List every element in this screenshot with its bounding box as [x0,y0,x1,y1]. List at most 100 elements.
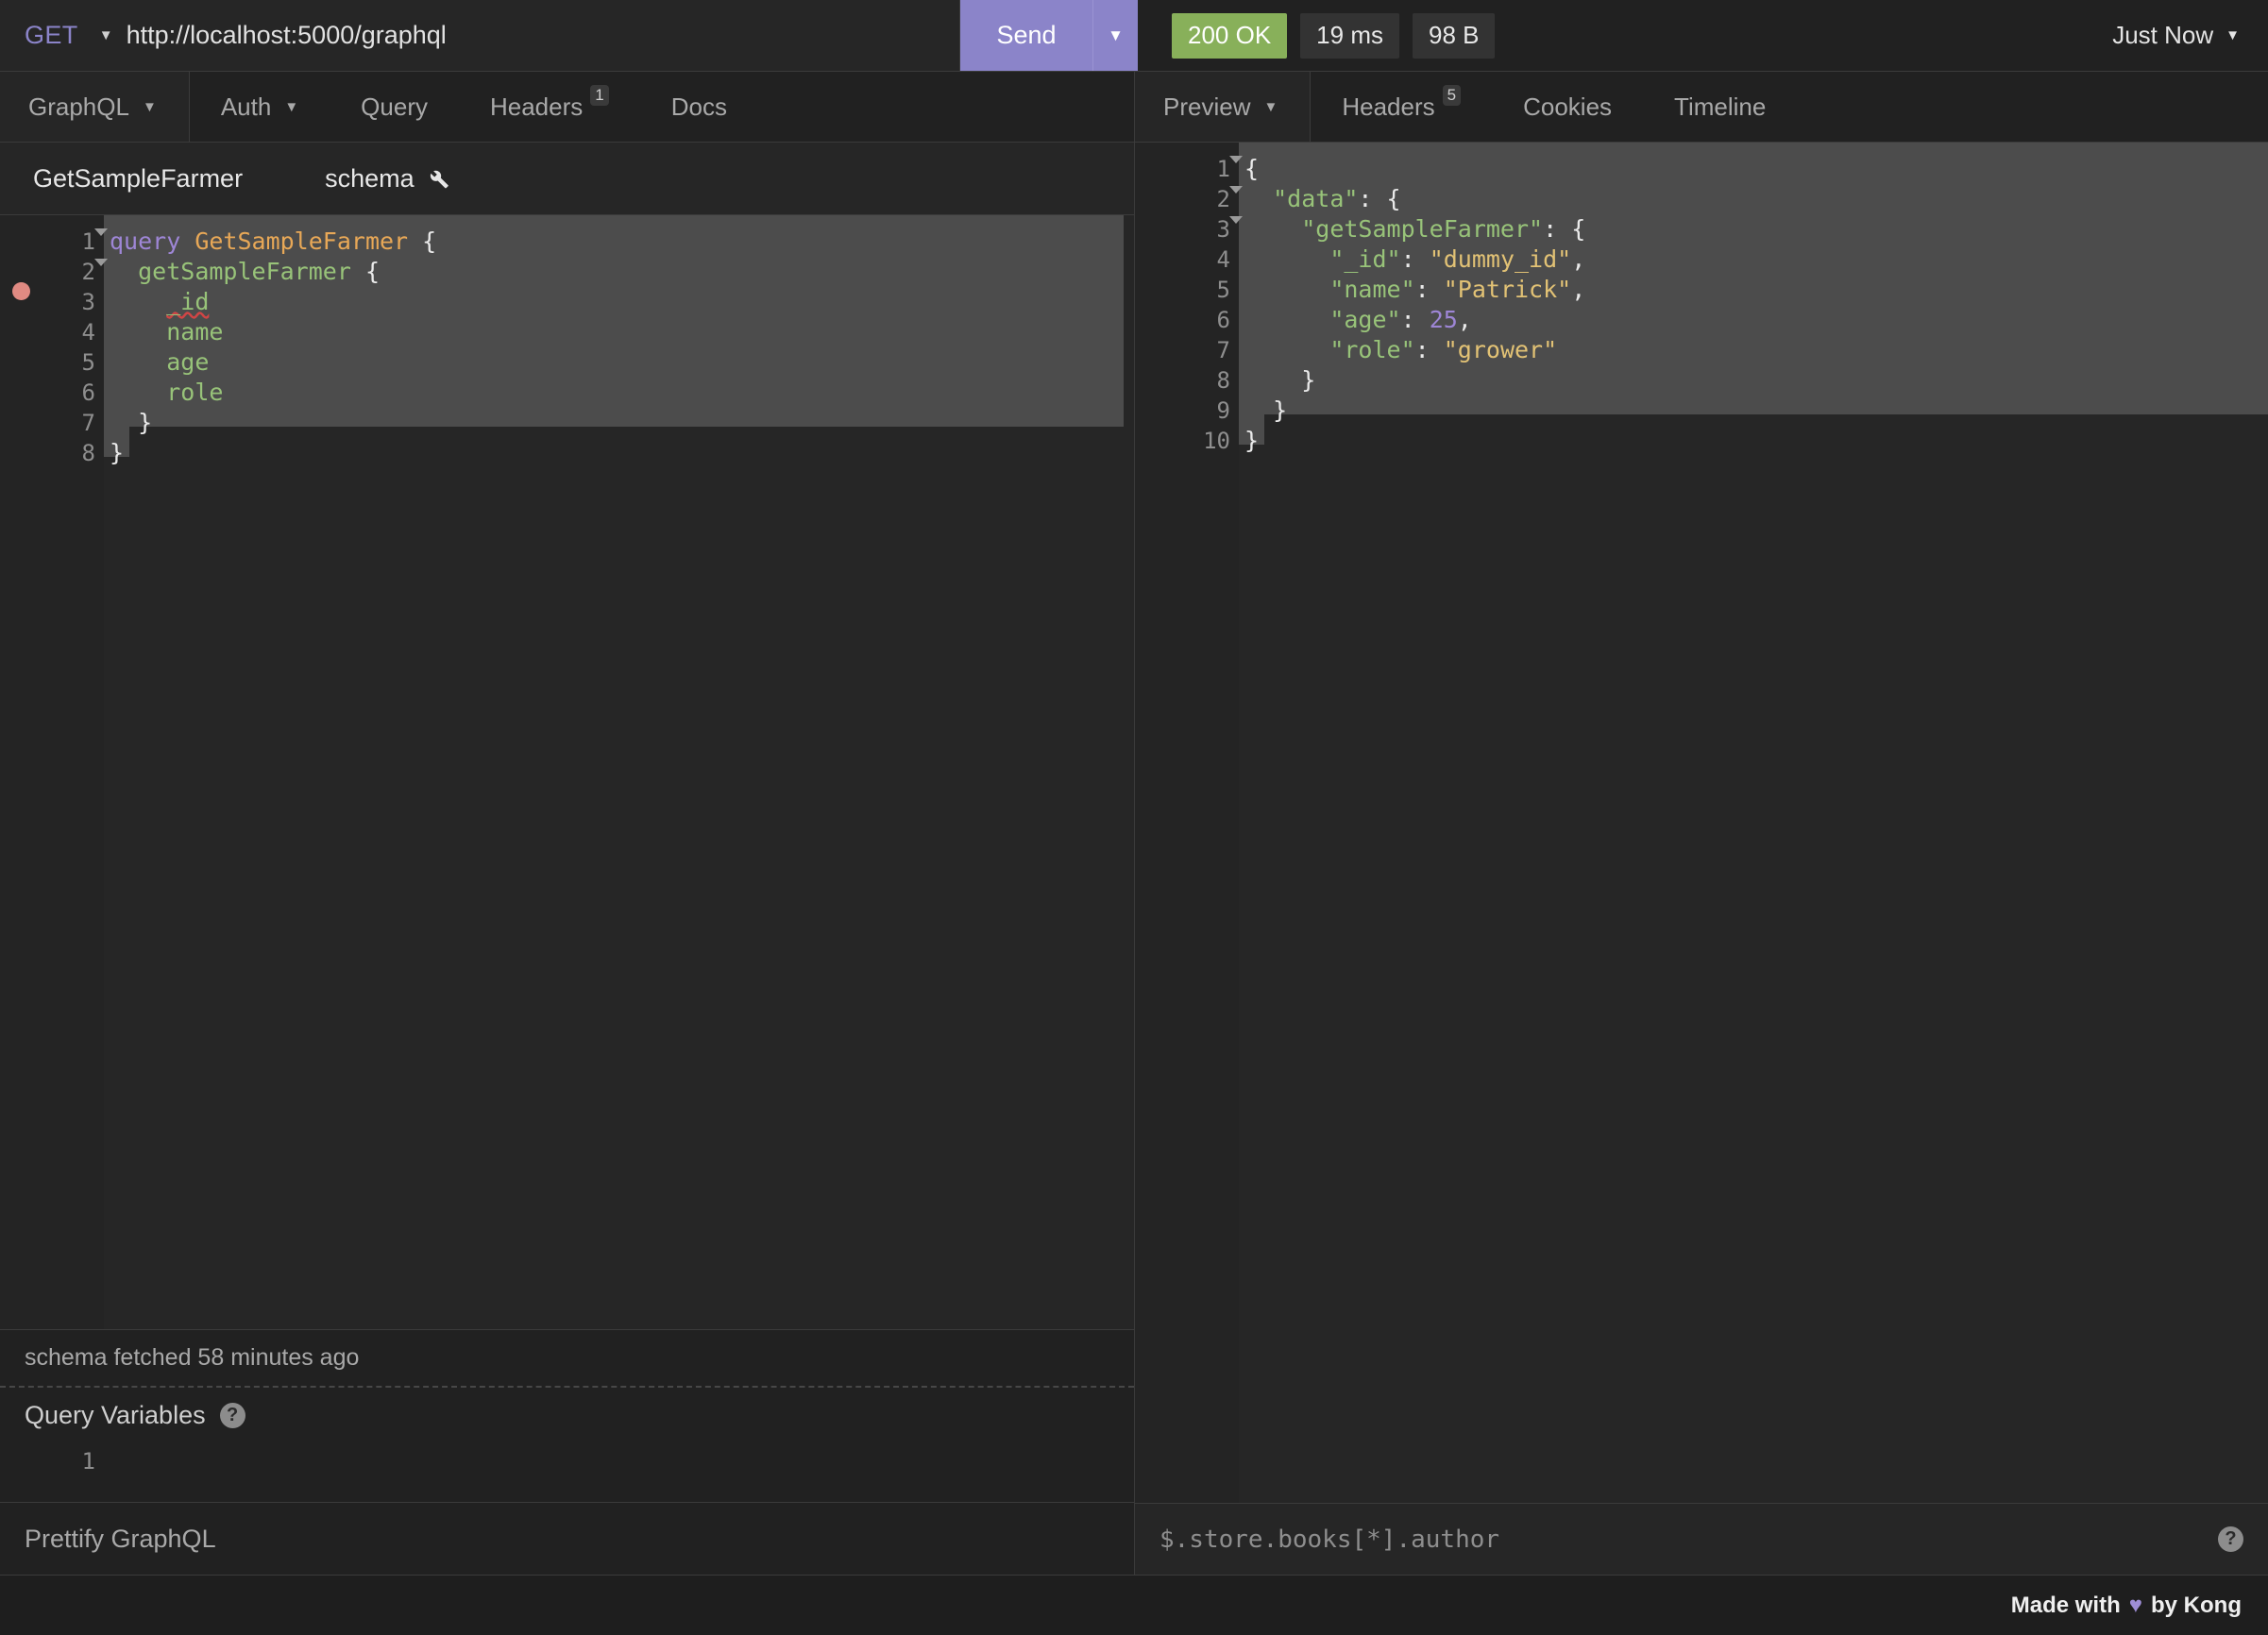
question-mark-icon[interactable]: ? [219,1402,245,1428]
tab-label: Docs [670,92,727,121]
tab-graphql[interactable]: GraphQL ▼ [0,72,190,142]
code-text: query GetSampleFarmer { [104,227,436,257]
schema-button[interactable]: schema [325,164,450,194]
schema-label: schema [325,163,415,193]
token: role [166,379,224,406]
selection-highlight [104,336,1124,366]
token: } [1244,366,1316,394]
send-dropdown-chevron-down-icon[interactable]: ▼ [1092,0,1138,71]
tab-query[interactable]: Query [330,72,459,142]
query-variables-editor[interactable]: 1 [0,1442,1134,1503]
selection-highlight [104,366,1124,396]
chevron-down-icon: ▼ [284,98,299,115]
tab-auth[interactable]: Auth ▼ [190,72,330,142]
operation-name-label[interactable]: GetSampleFarmer [0,164,243,194]
tab-headers[interactable]: Headers 1 [459,72,640,142]
tab-label: Cookies [1523,92,1613,121]
send-button[interactable]: Send [960,0,1092,71]
code-text: } [1239,365,1315,396]
code-text: "_id": "dummy_id", [1239,244,1585,275]
http-method-label[interactable]: GET [0,21,78,50]
tab-label: Headers [1342,92,1435,121]
code-text: } [104,438,124,468]
token: : [1414,336,1444,363]
code-text: getSampleFarmer { [104,257,380,287]
tab-timeline[interactable]: Timeline [1643,72,1797,142]
code-text: "age": 25, [1239,305,1472,335]
footer-suffix: by Kong [2151,1592,2242,1618]
query-variables-header: Query Variables ? [0,1388,1134,1442]
chevron-down-icon: ▼ [1263,98,1278,115]
status-badge: 200 OK [1172,12,1288,59]
tab-label: Headers [489,92,584,121]
token: { [350,258,380,285]
code-text: role [104,378,223,408]
token: } [110,439,125,466]
schema-status-text: schema fetched 58 minutes ago [0,1329,1134,1388]
token: 25 [1429,306,1458,333]
tab-label: GraphQL [28,92,129,121]
response-filter-bar: ? [1135,1503,2268,1575]
prettify-graphql-button[interactable]: Prettify GraphQL [0,1503,1134,1575]
made-with-love-credit: Made with ♥ by Kong [2011,1593,2242,1619]
token: : [1400,245,1430,273]
question-mark-icon[interactable]: ? [2218,1526,2243,1552]
token: "age" [1329,306,1401,333]
token: : { [1543,215,1586,243]
url-input-group[interactable]: GET ▼ http://localhost:5000/graphql [0,0,960,71]
token: name [166,318,224,346]
tab-cookies[interactable]: Cookies [1492,72,1643,142]
tab-preview[interactable]: Preview ▼ [1135,72,1312,142]
line-number: 8 [81,440,95,466]
line-number: 7 [81,410,95,436]
token: : { [1358,185,1401,212]
token: GetSampleFarmer [195,228,409,255]
token: "_id" [1329,245,1401,273]
request-tab-bar: GraphQL ▼ Auth ▼ Query Headers 1 Docs [0,72,1134,143]
line-number: 6 [1216,307,1230,333]
app-footer: Made with ♥ by Kong [0,1575,2268,1635]
tab-label: Preview [1163,92,1251,121]
url-input[interactable]: http://localhost:5000/graphql [127,21,447,50]
tab-badge: 5 [1442,85,1462,106]
line-number: 5 [1216,277,1230,303]
selection-highlight [1239,384,2268,414]
code-text: "role": "grower" [1239,335,1557,365]
selection-highlight [104,396,1124,427]
code-text: { [1239,154,1259,184]
response-preview-editor[interactable]: 1{2 "data": {3 "getSampleFarmer": {4 "_i… [1135,143,2268,1503]
code-text: _id [104,287,209,317]
chevron-down-icon[interactable]: ▼ [99,28,113,42]
line-number: 8 [1216,367,1230,394]
token: query [110,228,181,255]
token: } [1244,396,1288,424]
tab-docs[interactable]: Docs [640,72,758,142]
query-variables-title: Query Variables [25,1400,206,1429]
line-number: 3 [81,289,95,315]
line-number: 7 [1216,337,1230,363]
line-number: 4 [1216,246,1230,273]
insomnia-graphql-client: GET ▼ http://localhost:5000/graphql Send… [0,0,2268,1635]
response-history-dropdown[interactable]: Just Now ▼ [2112,21,2268,50]
tab-headers[interactable]: Headers 5 [1311,72,1492,142]
chevron-down-icon: ▼ [2226,27,2240,43]
code-text: age [104,347,209,378]
token: "name" [1329,276,1415,303]
tab-label: Auth [220,92,272,121]
graphql-query-editor[interactable]: 1 query GetSampleFarmer {2 getSampleFarme… [0,215,1134,1329]
response-pane: Preview ▼ Headers 5 Cookies Timeline 1{2 "dat… [1135,72,2268,1575]
token: : [1400,306,1430,333]
token: "getSampleFarmer" [1301,215,1544,243]
line-number: 4 [81,319,95,346]
request-url-bar: GET ▼ http://localhost:5000/graphql Send… [0,0,2268,72]
jsonpath-filter-input[interactable] [1159,1525,2218,1554]
tab-label: Query [361,92,428,121]
